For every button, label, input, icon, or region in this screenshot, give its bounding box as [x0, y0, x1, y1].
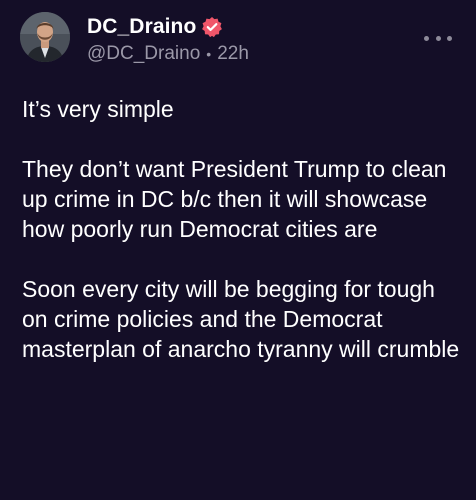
avatar-image	[20, 12, 70, 62]
author-handle[interactable]: @DC_Draino	[87, 42, 200, 66]
post-card: DC_Draino @DC_Draino • 22h It’s very sim…	[0, 0, 476, 500]
post-paragraph-2: They don’t want President Trump to clean…	[22, 156, 447, 242]
post-paragraph-3: Soon every city will be begging for toug…	[22, 276, 460, 362]
more-horizontal-icon-dot-3	[447, 35, 452, 41]
post-paragraph-1: It’s very simple	[22, 96, 174, 122]
post-body: It’s very simple They don’t want Preside…	[22, 94, 462, 364]
verified-badge-icon	[201, 16, 223, 38]
author-display-name[interactable]: DC_Draino	[87, 14, 196, 40]
meta-separator: •	[206, 46, 212, 62]
post-timestamp[interactable]: 22h	[217, 42, 249, 66]
more-horizontal-icon-dot-2	[435, 35, 441, 41]
more-options-button[interactable]	[424, 30, 452, 46]
more-horizontal-icon-dot-1	[424, 35, 429, 41]
author-name-row[interactable]: DC_Draino	[87, 14, 223, 40]
author-meta-row: @DC_Draino • 22h	[87, 42, 249, 66]
avatar[interactable]	[20, 12, 70, 62]
